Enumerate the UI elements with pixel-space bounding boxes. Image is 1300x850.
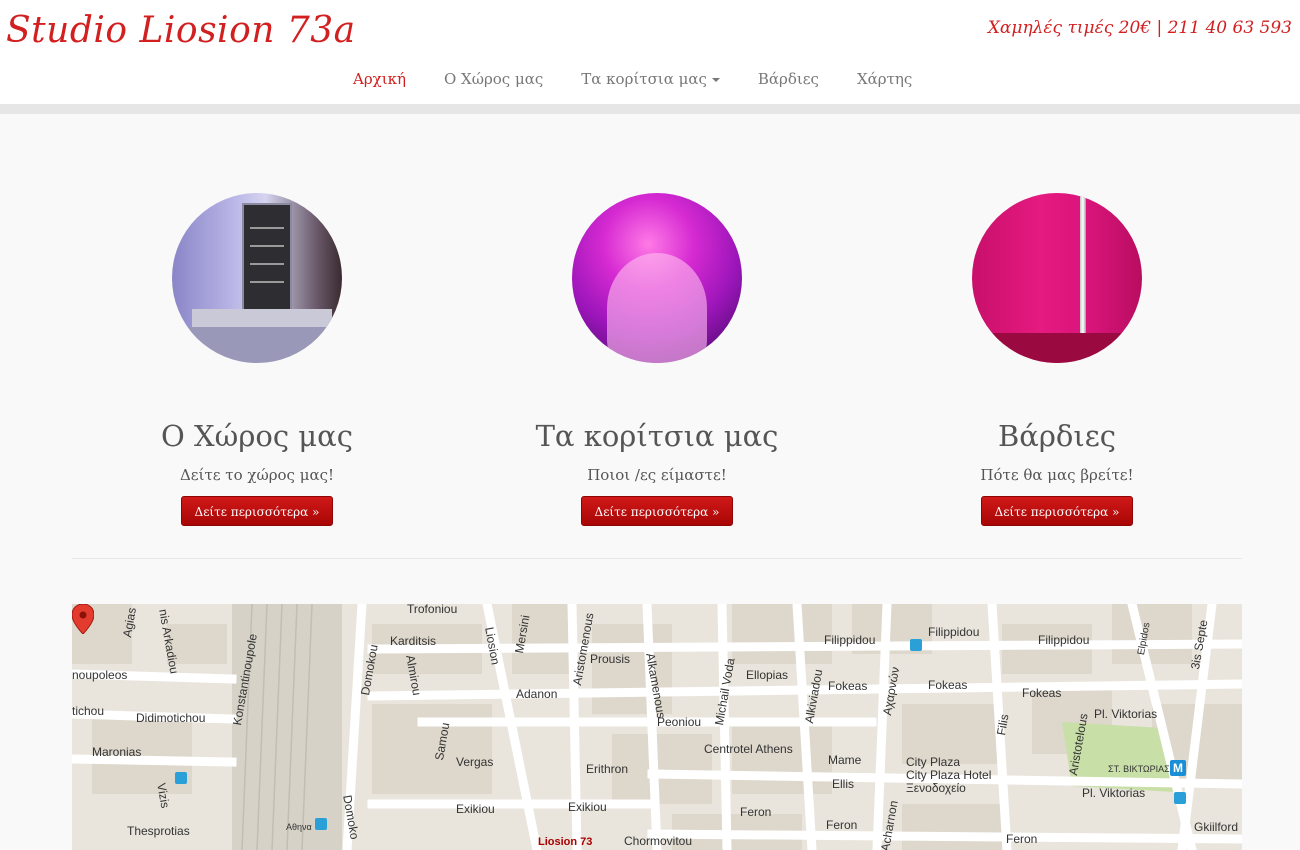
bus-stop-icon xyxy=(175,772,187,784)
map-label: Pl. Viktorias xyxy=(1094,707,1158,721)
feature-shifts: Βάρδιες Πότε θα μας βρείτε! Δείτε περισσ… xyxy=(857,193,1257,526)
feature-text: Πότε θα μας βρείτε! xyxy=(980,466,1134,484)
map-label: tichou xyxy=(72,704,105,718)
more-button-shifts[interactable]: Δείτε περισσότερα » xyxy=(980,496,1134,526)
map-label: Αθηνα xyxy=(286,822,312,832)
location-map[interactable]: Agias nis Arkadiou noupoleos tichou Didi… xyxy=(72,604,1242,850)
map-label: Fokeas xyxy=(928,678,968,692)
section-divider xyxy=(72,558,1242,559)
feature-girls: Τα κορίτσια μας Ποιοι /ες είμαστε! Δείτε… xyxy=(457,193,857,526)
caret-down-icon xyxy=(711,78,720,82)
nav-item-girls[interactable]: Τα κορίτσια μας xyxy=(562,70,739,88)
nav-item-shifts[interactable]: Βάρδιες xyxy=(739,70,838,88)
map-label: Filippidou xyxy=(824,633,876,647)
feature-title: Τα κορίτσια μας xyxy=(535,419,779,453)
map-label: City Plaza xyxy=(906,755,961,769)
map-label: Filippidou xyxy=(928,625,980,639)
more-button-space[interactable]: Δείτε περισσότερα » xyxy=(180,496,334,526)
map-label: City Plaza Hotel xyxy=(906,768,992,782)
train-station-icon xyxy=(315,818,327,830)
map-label: Thesprotias xyxy=(127,824,190,838)
map-label: Feron xyxy=(826,818,858,832)
map-label: Fokeas xyxy=(828,679,868,693)
map-label: Karditsis xyxy=(390,634,437,648)
map-label: Peoniou xyxy=(657,715,702,729)
space-image xyxy=(172,193,342,363)
map-label: Adanon xyxy=(516,687,558,701)
map-label: Exikiou xyxy=(568,800,607,814)
map-label: Chormovitou xyxy=(624,834,693,848)
map-label: ΣΤ. ΒΙΚΤΩΡΙΑΣ xyxy=(1108,764,1170,774)
map-label: Exikiou xyxy=(456,802,495,816)
nav-item-home[interactable]: Αρχική xyxy=(334,70,425,88)
map-label: Ξενοδοχείο xyxy=(906,781,966,795)
map-label: Centrotel Athens xyxy=(704,742,793,756)
bus-stop-icon xyxy=(1174,792,1186,804)
map-pin-label: Liosion 73 xyxy=(538,836,593,848)
map-label: Mame xyxy=(828,753,862,767)
header-shadow xyxy=(0,104,1300,114)
map-label: Feron xyxy=(1006,832,1038,846)
nav-item-space[interactable]: Ο Χώρος μας xyxy=(425,70,562,88)
bus-stop-icon xyxy=(910,639,922,651)
feature-text: Δείτε το χώρος μας! xyxy=(179,466,335,484)
feature-text: Ποιοι /ες είμαστε! xyxy=(587,466,727,484)
map-label: Pl. Viktorias xyxy=(1082,786,1146,800)
metro-icon: M xyxy=(1170,760,1186,776)
map-label: Vergas xyxy=(456,755,494,769)
brand-logo[interactable]: Studio Liosion 73a xyxy=(6,10,356,51)
map-pin-icon[interactable] xyxy=(72,604,94,634)
map-label: Prousis xyxy=(590,652,631,666)
header-contact: Χαμηλές τιμές 20€ | 211 40 63 593 xyxy=(987,18,1292,38)
nav-item-girls-label: Τα κορίτσια μας xyxy=(581,70,707,88)
main-nav: Αρχική Ο Χώρος μας Τα κορίτσια μας Βάρδι… xyxy=(334,66,931,92)
site-header: Studio Liosion 73a Χαμηλές τιμές 20€ | 2… xyxy=(0,0,1300,104)
feature-space: Ο Χώρος μας Δείτε το χώρος μας! Δείτε πε… xyxy=(57,193,457,526)
map-label: Ellopias xyxy=(746,668,789,682)
shifts-image xyxy=(972,193,1142,363)
map-label: Didimotichou xyxy=(136,711,206,725)
map-label: Trofoniou xyxy=(407,604,458,616)
map-label: Filippidou xyxy=(1038,633,1090,647)
girls-image xyxy=(572,193,742,363)
map-label: Maronias xyxy=(92,745,142,759)
feature-title: Βάρδιες xyxy=(997,419,1117,453)
map-label: Fokeas xyxy=(1022,686,1062,700)
map-label: Erithron xyxy=(586,762,629,776)
map-label: Ellis xyxy=(832,777,855,791)
feature-title: Ο Χώρος μας xyxy=(161,419,353,453)
map-label: Feron xyxy=(740,805,772,819)
nav-item-map[interactable]: Χάρτης xyxy=(838,70,931,88)
map-label: noupoleos xyxy=(72,668,128,682)
map-label: Gkiilford xyxy=(1194,820,1239,834)
more-button-girls[interactable]: Δείτε περισσότερα » xyxy=(580,496,734,526)
